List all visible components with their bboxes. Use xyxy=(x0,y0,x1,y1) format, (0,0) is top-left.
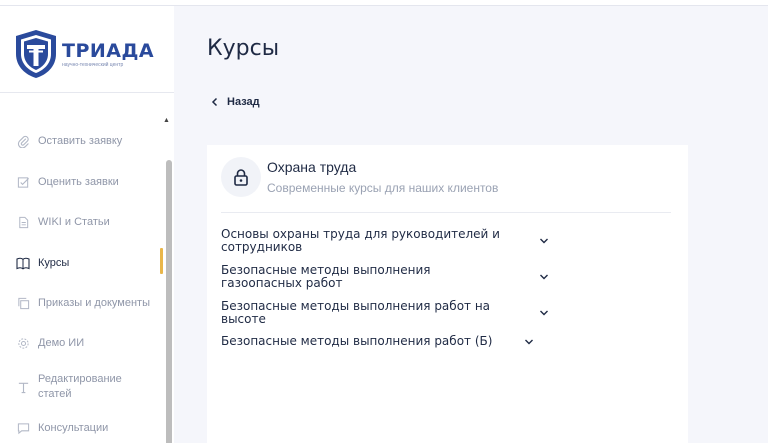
sidebar-item-label: Демо ИИ xyxy=(38,336,85,349)
sidebar-item-rate-requests[interactable]: Оценить заявки xyxy=(0,167,160,197)
gear-icon xyxy=(16,336,30,350)
open-book-icon xyxy=(16,256,30,270)
paperclip-icon xyxy=(16,134,30,148)
sidebar-item-label: Курсы xyxy=(38,256,70,269)
copy-icon xyxy=(16,296,30,310)
sidebar-item-label: Редактирование статей xyxy=(38,373,122,400)
document-icon xyxy=(16,215,30,229)
shield-logo-icon xyxy=(16,30,56,78)
back-button[interactable]: Назад xyxy=(211,96,260,108)
sidebar-item-label: Оставить заявку xyxy=(38,134,123,147)
module-title-line: сотрудников xyxy=(221,240,303,254)
brand-name: ТРИАДА xyxy=(62,39,155,62)
scroll-up-arrow-icon[interactable]: ▲ xyxy=(163,117,170,124)
module-accordion-item[interactable]: Основы охраны труда для руководителей и … xyxy=(221,228,549,254)
chevron-down-icon xyxy=(540,238,548,244)
course-subtitle: Современные курсы для наших клиентов xyxy=(267,181,499,195)
sidebar-divider xyxy=(0,92,174,93)
course-header: Охрана труда Современные курсы для наших… xyxy=(221,157,498,197)
checkbox-edit-icon xyxy=(16,175,30,189)
module-accordion-item[interactable]: Безопасные методы выполнения газоопасных… xyxy=(221,264,549,290)
chat-icon xyxy=(16,421,30,435)
sidebar-item-edit-articles[interactable]: Редактирование статей xyxy=(0,370,160,404)
sidebar-item-label: WIKI и Статьи xyxy=(38,215,110,228)
sidebar-item-label: Консультации xyxy=(38,421,109,434)
module-title-line: газоопасных работ xyxy=(221,276,343,290)
sidebar-scrollbar[interactable] xyxy=(166,160,172,443)
course-card: Охрана труда Современные курсы для наших… xyxy=(207,145,688,443)
brand-logo[interactable]: ТРИАДА научно-технический центр xyxy=(14,24,164,84)
sidebar-item-label: Оценить заявки xyxy=(38,175,119,188)
chevron-left-icon xyxy=(211,97,218,107)
sidebar-item-leave-request[interactable]: Оставить заявку xyxy=(0,126,160,156)
course-title: Охрана труда xyxy=(267,159,357,175)
sidebar-item-orders-docs[interactable]: Приказы и документы xyxy=(0,288,160,318)
active-item-marker xyxy=(160,248,163,274)
text-icon xyxy=(16,380,30,394)
chevron-down-icon xyxy=(525,339,533,344)
card-divider xyxy=(221,212,671,213)
sidebar-item-demo-ai[interactable]: Демо ИИ xyxy=(0,328,160,358)
module-title-line: Безопасные методы выполнения работ на xyxy=(221,299,491,313)
sidebar-item-label: Приказы и документы xyxy=(38,296,150,309)
module-title-line: Безопасные методы выполнения работ (Б) xyxy=(221,334,493,348)
sidebar-item-consultations[interactable]: Консультации xyxy=(0,413,160,443)
sidebar-item-courses[interactable]: Курсы xyxy=(0,248,160,278)
lock-icon xyxy=(221,157,261,197)
module-accordion-item[interactable]: Безопасные методы выполнения работ (Б) xyxy=(221,335,534,348)
page-title: Курсы xyxy=(207,36,280,61)
back-label: Назад xyxy=(227,96,260,108)
module-title-line: высоте xyxy=(221,312,266,326)
brand-tagline: научно-технический центр xyxy=(62,61,124,68)
chevron-down-icon xyxy=(540,310,548,316)
module-accordion-item[interactable]: Безопасные методы выполнения работ на вы… xyxy=(221,300,549,326)
sidebar-item-wiki[interactable]: WIKI и Статьи xyxy=(0,207,160,237)
chevron-down-icon xyxy=(540,274,548,280)
